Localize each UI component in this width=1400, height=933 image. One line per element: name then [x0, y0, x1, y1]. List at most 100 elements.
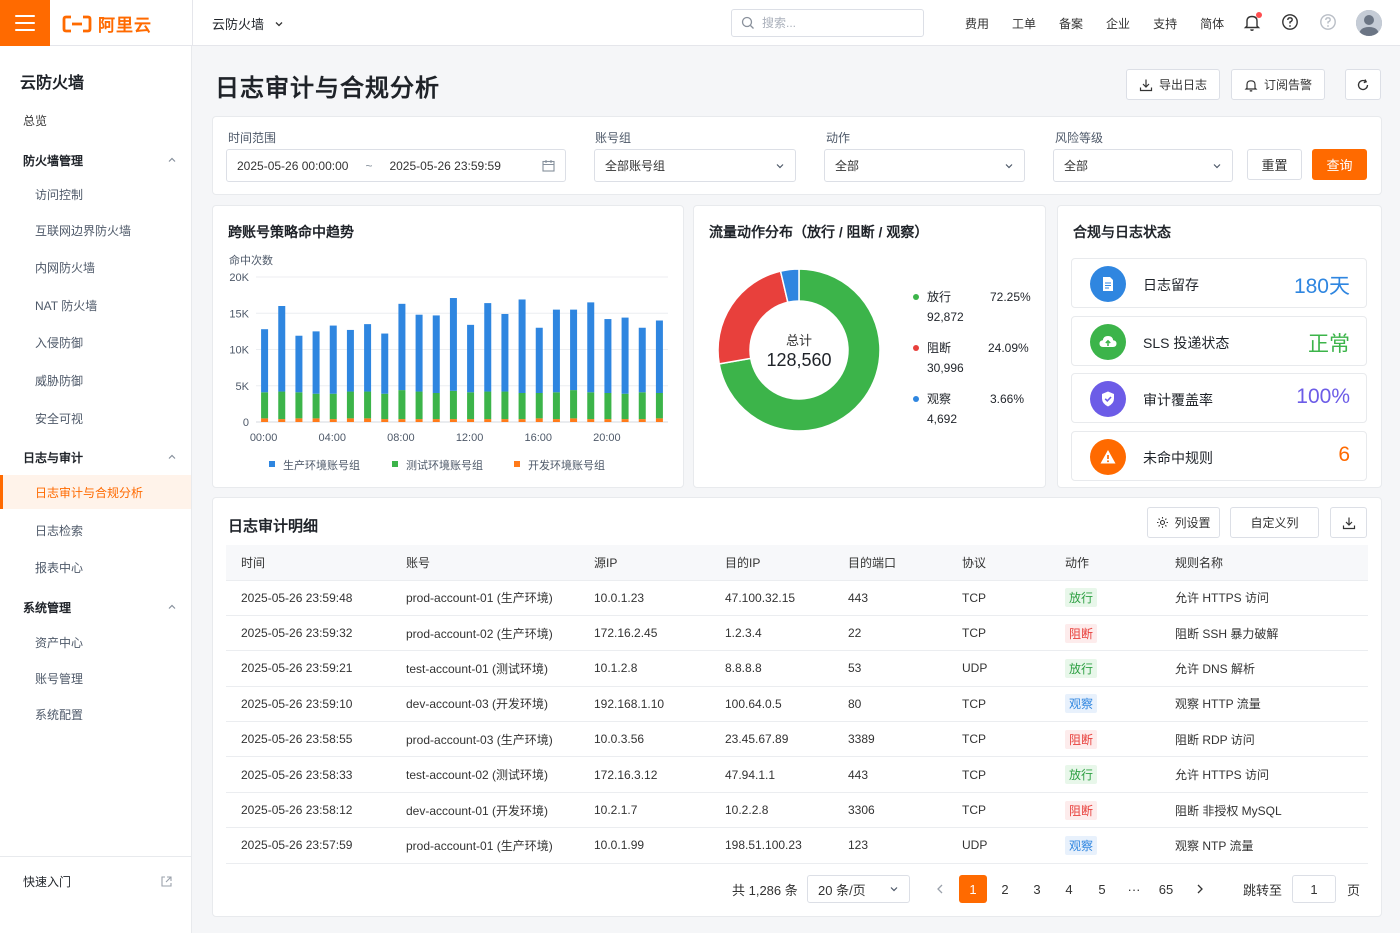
custom-columns-button[interactable]: 自定义列: [1230, 507, 1319, 538]
global-search[interactable]: [731, 9, 924, 37]
table-row[interactable]: 2025-05-26 23:58:55 prod-account-03 (生产环境…: [226, 721, 1368, 758]
export-log-button[interactable]: 导出日志: [1126, 69, 1220, 100]
header-col-src-ip[interactable]: 源IP: [579, 545, 710, 581]
bar-segment: [587, 419, 595, 422]
sidebar-item-asset-center[interactable]: 资产中心: [0, 625, 191, 659]
column-settings-button[interactable]: 列设置: [1147, 507, 1220, 538]
pagination-ellipsis[interactable]: ···: [1120, 875, 1148, 903]
nav-enterprise[interactable]: 企业: [1106, 15, 1130, 32]
prev-page-button[interactable]: [930, 875, 950, 903]
page-number-3[interactable]: 3: [1023, 875, 1051, 903]
header-col-dst-port[interactable]: 目的端口: [833, 545, 947, 581]
legend-swatch: [392, 461, 398, 467]
bar-segment: [621, 317, 629, 394]
nav-support[interactable]: 支持: [1153, 15, 1177, 32]
donut-legend-item-observe: 观察 3.66% 4,692: [913, 390, 1024, 426]
header-col-dst-ip[interactable]: 目的IP: [710, 545, 833, 581]
header-col-account[interactable]: 账号: [391, 545, 579, 581]
table-row[interactable]: 2025-05-26 23:58:12 dev-account-01 (开发环境)…: [226, 792, 1368, 829]
bar-segment: [552, 309, 560, 393]
cell-action: 放行: [1050, 580, 1160, 616]
query-button[interactable]: 查询: [1312, 149, 1367, 180]
feedback-button[interactable]: [1319, 13, 1337, 31]
sidebar-item-log-search[interactable]: 日志检索: [0, 513, 191, 547]
sidebar-title: 云防火墙: [20, 75, 85, 92]
risk-level-select[interactable]: 全部: [1053, 149, 1233, 182]
page-number-5[interactable]: 5: [1088, 875, 1116, 903]
audit-log-table: 时间 账号 源IP 目的IP 目的端口 协议 动作 规则名称 2025-05-26 23:59…: [226, 545, 1368, 864]
bar-segment: [364, 418, 372, 422]
refresh-button[interactable]: [1345, 69, 1381, 100]
sidebar-item-access-control[interactable]: 访问控制: [0, 177, 191, 211]
nav-icp[interactable]: 备案: [1059, 15, 1083, 32]
status-value: 6: [1338, 443, 1350, 466]
sidebar-item-internal-firewall[interactable]: 内网防火墙: [0, 250, 191, 284]
sidebar-item-security-visibility[interactable]: 安全可视: [0, 401, 191, 435]
page-number-1[interactable]: 1: [959, 875, 987, 903]
nav-language[interactable]: 简体: [1200, 15, 1224, 32]
table-row[interactable]: 2025-05-26 23:57:59 prod-account-01 (生产环境…: [226, 827, 1368, 864]
table-row[interactable]: 2025-05-26 23:59:21 test-account-01 (测试环境…: [226, 650, 1368, 687]
action-select[interactable]: 全部: [824, 149, 1025, 182]
table-row[interactable]: 2025-05-26 23:59:10 dev-account-03 (开发环境)…: [226, 686, 1368, 723]
sidebar-item-threat-defense[interactable]: 威胁防御: [0, 363, 191, 397]
sidebar-item-internet-firewall[interactable]: 互联网边界防火墙: [0, 213, 191, 247]
external-link-icon: [161, 875, 172, 887]
aliyun-logo[interactable]: 阿里云: [62, 11, 152, 36]
y-axis-label: 命中次数: [229, 253, 273, 267]
cell-action: 观察: [1050, 827, 1160, 864]
next-page-button[interactable]: [1190, 875, 1210, 903]
sidebar-item-nat-firewall[interactable]: NAT 防火墙: [0, 288, 191, 322]
sidebar-item-intrusion-prevention[interactable]: 入侵防御: [0, 325, 191, 359]
cell-dst-ip: 1.2.3.4: [710, 615, 833, 652]
chevron-down-icon: [890, 887, 898, 892]
quick-start-link[interactable]: 快速入门: [23, 866, 173, 896]
help-button[interactable]: [1281, 13, 1299, 31]
jump-page-input[interactable]: 1: [1292, 875, 1336, 903]
chevron-left-icon: [937, 884, 943, 894]
page-number-65[interactable]: 65: [1152, 875, 1180, 903]
subscribe-alert-button[interactable]: 订阅告警: [1231, 69, 1325, 100]
notification-bell[interactable]: [1243, 12, 1262, 32]
table-row[interactable]: 2025-05-26 23:58:33 test-account-02 (测试环境…: [226, 756, 1368, 793]
legend-count: 30,996: [927, 361, 964, 375]
sidebar-item-overview[interactable]: 总览: [0, 103, 191, 137]
header-col-protocol[interactable]: 协议: [947, 545, 1050, 581]
hamburger-menu-icon[interactable]: [0, 0, 50, 46]
nav-fees[interactable]: 费用: [965, 15, 989, 32]
status-unmatched-rules: 未命中规则 6: [1071, 431, 1367, 481]
table-download-button[interactable]: [1330, 507, 1367, 538]
table-row[interactable]: 2025-05-26 23:59:32 prod-account-02 (生产环境…: [226, 615, 1368, 652]
bar-segment: [312, 393, 320, 419]
product-switcher[interactable]: 云防火墙: [212, 14, 284, 33]
bar-segment: [501, 391, 509, 420]
top-nav: 费用 工单 备案 企业 支持 简体: [950, 0, 1232, 46]
bar-segment: [449, 390, 457, 420]
nav-tickets[interactable]: 工单: [1012, 15, 1036, 32]
search-input[interactable]: [762, 16, 902, 30]
time-range-picker[interactable]: 2025-05-26 00:00:00 ~ 2025-05-26 23:59:5…: [226, 149, 566, 182]
cell-time: 2025-05-26 23:59:10: [226, 686, 391, 723]
sidebar-group-firewall[interactable]: 防火墙管理: [0, 143, 191, 177]
donut-legend-item-allow: 放行 72.25% 92,872: [913, 288, 1031, 324]
sidebar-item-report-center[interactable]: 报表中心: [0, 550, 191, 584]
page-number-2[interactable]: 2: [991, 875, 1019, 903]
header-col-rule[interactable]: 规则名称: [1160, 545, 1368, 581]
header-col-time[interactable]: 时间: [226, 545, 391, 581]
account-group-select[interactable]: 全部账号组: [594, 149, 796, 182]
table-row[interactable]: 2025-05-26 23:59:48 prod-account-01 (生产环境…: [226, 580, 1368, 616]
bar-segment: [638, 419, 646, 422]
sidebar-item-log-compliance[interactable]: 日志审计与合规分析: [0, 475, 191, 509]
sidebar-group-log-audit[interactable]: 日志与审计: [0, 440, 191, 474]
page-size-select[interactable]: 20 条/页: [807, 875, 910, 903]
cell-dst-ip: 100.64.0.5: [710, 686, 833, 723]
page-number-4[interactable]: 4: [1055, 875, 1083, 903]
sidebar-item-system-config[interactable]: 系统配置: [0, 697, 191, 731]
sidebar-group-system[interactable]: 系统管理: [0, 590, 191, 624]
sidebar-item-account-management[interactable]: 账号管理: [0, 661, 191, 695]
bar-segment: [604, 419, 612, 422]
header-col-action[interactable]: 动作: [1050, 545, 1160, 581]
reset-button[interactable]: 重置: [1247, 149, 1302, 180]
user-avatar[interactable]: [1356, 10, 1382, 36]
cell-src-ip: 10.0.1.99: [579, 827, 710, 864]
